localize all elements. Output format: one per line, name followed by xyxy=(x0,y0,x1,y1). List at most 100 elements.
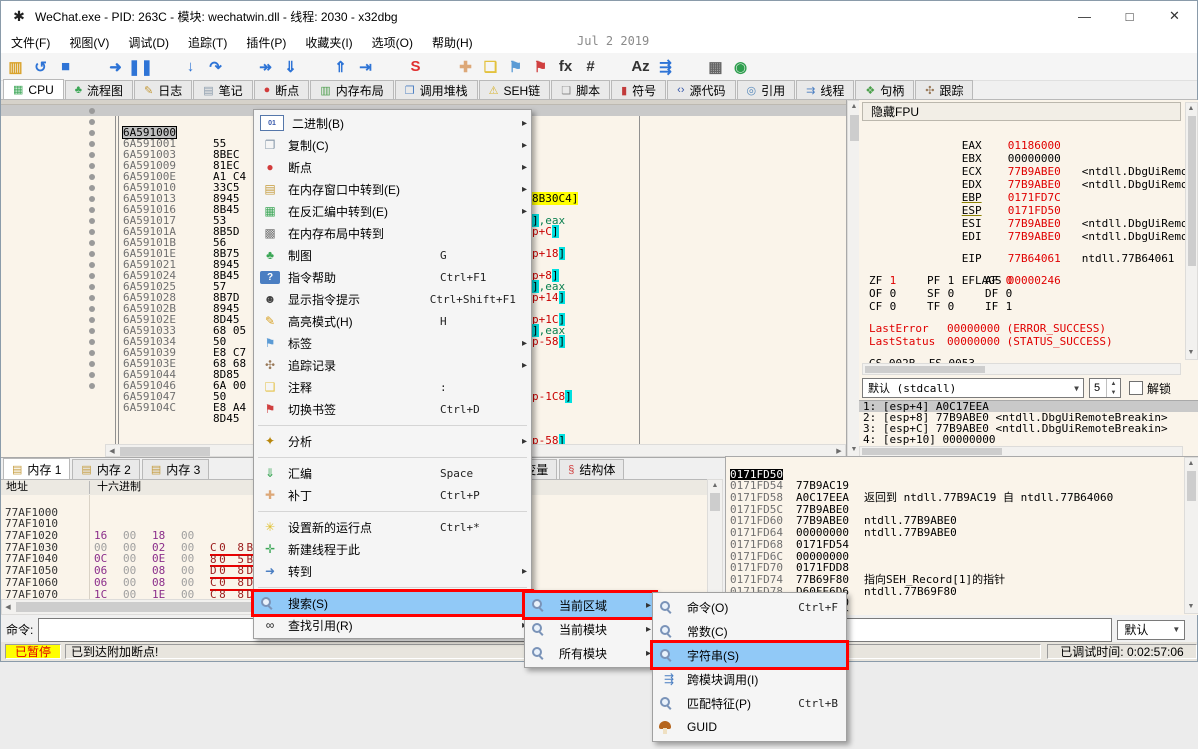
submenu-item[interactable]: GUID xyxy=(653,715,846,739)
cpu-flag[interactable]: DF0 xyxy=(985,287,1043,300)
breakpoint-dot-icon[interactable] xyxy=(89,339,95,345)
stack-row[interactable]: 0171FD6C 0171FDD8 指向SEH_Record[1]的指针 xyxy=(726,539,1198,551)
toolbar-button[interactable] xyxy=(603,55,628,79)
stack-row[interactable]: 0171FD5C 77B9ABE0 ntdll.77B9ABE0 xyxy=(726,492,1198,504)
unlock-checkbox[interactable]: 解锁 xyxy=(1129,380,1171,397)
breakpoint-dot-icon[interactable] xyxy=(89,328,95,334)
registers-vertical-scrollbar[interactable]: ▲▼ xyxy=(1185,102,1198,360)
breakpoint-dot-icon[interactable] xyxy=(89,317,95,323)
toolbar-button[interactable] xyxy=(303,55,328,79)
context-menu-item[interactable]: ♣ 制图 G xyxy=(254,244,531,266)
menubar-item[interactable]: 文件(F) xyxy=(2,32,59,53)
menubar-item[interactable]: 收藏夹(I) xyxy=(296,32,361,53)
view-tab[interactable]: ‹› 源代码 xyxy=(667,80,735,99)
calling-convention-select[interactable]: 默认 (stdcall)▼ xyxy=(862,378,1084,398)
submenu-item[interactable]: 当前模块 ▸ xyxy=(525,617,655,641)
view-tab[interactable]: ▥ 内存布局 xyxy=(310,80,393,99)
breakpoint-dot-icon[interactable] xyxy=(89,372,95,378)
breakpoint-dot-icon[interactable] xyxy=(89,262,95,268)
breakpoint-dot-icon[interactable] xyxy=(89,108,95,114)
dump-tab-struct[interactable]: §结构体 xyxy=(559,459,624,479)
toolbar-button[interactable]: ⚑ xyxy=(528,55,553,79)
context-menu-item[interactable]: ➜ 转到 ▸ xyxy=(254,560,531,582)
submenu-item[interactable]: ⇶ 跨模块调用(I) xyxy=(653,667,846,691)
toolbar-button[interactable]: ↺ xyxy=(28,55,53,79)
toolbar-button[interactable]: S xyxy=(403,55,428,79)
context-menu-item[interactable] xyxy=(254,582,531,592)
submenu-item[interactable]: 命令(O) Ctrl+F xyxy=(653,595,846,619)
cpu-flag[interactable]: ZF1 xyxy=(869,274,927,287)
toolbar-button[interactable]: ⇶ xyxy=(653,55,678,79)
toolbar-button[interactable]: Az xyxy=(628,55,653,79)
toolbar-button[interactable]: ⇑ xyxy=(328,55,353,79)
breakpoint-dot-icon[interactable] xyxy=(89,141,95,147)
dump-tab-memory1[interactable]: ▤内存 1 xyxy=(3,458,70,479)
argument-row[interactable]: 4: [esp+10] 00000000 xyxy=(859,434,1198,445)
view-tab[interactable]: ✎ 日志 xyxy=(134,80,192,99)
dump-tab-memory3[interactable]: ▤内存 3 xyxy=(142,459,209,479)
breakpoint-dot-icon[interactable] xyxy=(89,306,95,312)
menubar-item[interactable]: 调试(D) xyxy=(119,32,178,53)
context-menu-item[interactable]: 搜索(S) ▸ xyxy=(254,592,531,614)
stack-row[interactable]: 0171FD50 77B9AC19 返回到 ntdll.77B9AC19 自 n… xyxy=(726,457,1198,469)
cpu-flag[interactable]: TF0 xyxy=(927,300,985,313)
context-menu-item[interactable]: ⚑ 标签 ▸ xyxy=(254,332,531,354)
breakpoint-dot-icon[interactable] xyxy=(89,185,95,191)
stack-row[interactable]: 0171FD60 00000000 xyxy=(726,504,1198,516)
context-menu-item[interactable]: 01 二进制(B) ▸ xyxy=(254,112,531,134)
view-tab[interactable]: ◎ 引用 xyxy=(737,80,796,99)
context-menu-item[interactable]: ▦ 在反汇编中转到(E) ▸ xyxy=(254,200,531,222)
command-profile-select[interactable]: 默认▼ xyxy=(1117,620,1185,640)
context-menu-item[interactable]: ▩ 在内存布局中转到 xyxy=(254,222,531,244)
context-menu-item[interactable]: ✦ 分析 ▸ xyxy=(254,430,531,452)
view-tab[interactable]: ▤ 笔记 xyxy=(193,80,252,99)
breakpoint-dot-icon[interactable] xyxy=(89,284,95,290)
breakpoint-dot-icon[interactable] xyxy=(89,163,95,169)
toolbar-button[interactable]: ↠ xyxy=(253,55,278,79)
menubar-item[interactable]: 帮助(H) xyxy=(423,32,482,53)
stack-row[interactable]: 0171FD74 D60FE6D6 xyxy=(726,562,1198,574)
breakpoint-dot-icon[interactable] xyxy=(89,130,95,136)
toolbar-button[interactable]: ▦ xyxy=(703,55,728,79)
stack-vertical-scrollbar[interactable]: ▲▼ xyxy=(1184,457,1198,614)
toolbar-button[interactable]: ⚑ xyxy=(503,55,528,79)
toolbar-button[interactable]: ⇓ xyxy=(278,55,303,79)
stack-row[interactable]: 0171FD58 77B9ABE0 ntdll.77B9ABE0 xyxy=(726,480,1198,492)
submenu-item[interactable]: 所有模块 ▸ xyxy=(525,641,655,665)
context-menu-item[interactable]: ✣ 追踪记录 ▸ xyxy=(254,354,531,376)
toolbar-button[interactable]: ➜ xyxy=(103,55,128,79)
toolbar-button[interactable]: ⇥ xyxy=(353,55,378,79)
context-menu-item[interactable]: ❐ 复制(C) ▸ xyxy=(254,134,531,156)
context-menu-item[interactable]: ▤ 在内存窗口中转到(E) ▸ xyxy=(254,178,531,200)
view-tab[interactable]: ⇉ 线程 xyxy=(796,80,854,99)
maximize-button[interactable]: □ xyxy=(1107,1,1152,31)
menubar-item[interactable]: 追踪(T) xyxy=(179,32,236,53)
title-bar[interactable]: ✱ WeChat.exe - PID: 263C - 模块: wechatwin… xyxy=(1,1,1197,31)
hide-fpu-button[interactable]: 隐藏FPU xyxy=(862,102,1181,121)
breakpoint-dot-icon[interactable] xyxy=(89,152,95,158)
context-menu-item[interactable] xyxy=(254,420,531,430)
breakpoint-dot-icon[interactable] xyxy=(89,196,95,202)
toolbar-button[interactable] xyxy=(78,55,103,79)
stack-row[interactable]: 0171FD78 00000000 xyxy=(726,574,1198,586)
toolbar-button[interactable] xyxy=(678,55,703,79)
context-menu-item[interactable]: ⇓ 汇编 Space xyxy=(254,462,531,484)
cpu-flag[interactable]: SF0 xyxy=(927,287,985,300)
breakpoint-dot-icon[interactable] xyxy=(89,361,95,367)
toolbar-button[interactable]: ❚❚ xyxy=(128,55,153,79)
stack-row[interactable]: 0171FD68 00000000 xyxy=(726,527,1198,539)
toolbar-button[interactable]: ✚ xyxy=(453,55,478,79)
submenu-item[interactable]: 当前区域 ▸ xyxy=(525,593,655,617)
context-menu-item[interactable]: ? 指令帮助 Ctrl+F1 xyxy=(254,266,531,288)
register-row[interactable]: EAX01186000 xyxy=(869,126,1179,139)
toolbar-button[interactable]: # xyxy=(578,55,603,79)
menubar-item[interactable]: 选项(O) xyxy=(363,32,422,53)
view-tab[interactable]: ♣ 流程图 xyxy=(65,80,133,99)
context-menu-item[interactable]: ⚑ 切换书签 Ctrl+D xyxy=(254,398,531,420)
cpu-flag[interactable]: AF0 xyxy=(985,274,1043,287)
menubar-item[interactable]: 插件(P) xyxy=(237,32,295,53)
submenu-item[interactable]: 常数(C) xyxy=(653,619,846,643)
toolbar-button[interactable]: fx xyxy=(553,55,578,79)
submenu-item[interactable]: 字符串(S) xyxy=(653,643,846,667)
cpu-flag[interactable]: CF0 xyxy=(869,300,927,313)
